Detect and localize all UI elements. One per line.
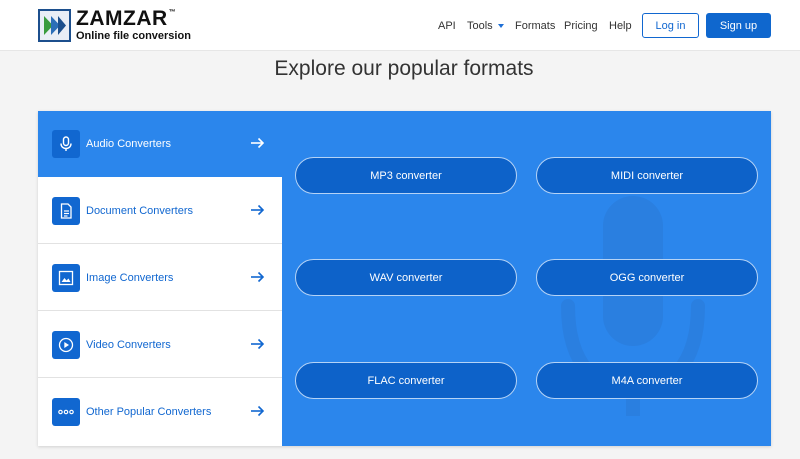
arrow-right-icon bbox=[251, 271, 265, 283]
category-other[interactable]: Other Popular Converters bbox=[38, 379, 282, 445]
arrow-right-icon bbox=[251, 338, 265, 350]
category-label: Audio Converters bbox=[86, 138, 171, 150]
nav-tools-label: Tools bbox=[467, 19, 493, 32]
flac-converter-button[interactable]: FLAC converter bbox=[295, 362, 517, 399]
login-button[interactable]: Log in bbox=[642, 13, 699, 38]
m4a-converter-button[interactable]: M4A converter bbox=[536, 362, 758, 399]
document-icon bbox=[52, 196, 80, 225]
wav-converter-button[interactable]: WAV converter bbox=[295, 259, 517, 296]
formats-panel: Audio Converters Document Converters Ima… bbox=[38, 111, 771, 446]
category-list: Audio Converters Document Converters Ima… bbox=[38, 111, 282, 446]
arrow-right-icon bbox=[251, 137, 265, 149]
midi-converter-button[interactable]: MIDI converter bbox=[536, 157, 758, 194]
signup-button[interactable]: Sign up bbox=[706, 13, 771, 38]
category-label: Video Converters bbox=[86, 338, 171, 351]
arrow-right-icon bbox=[251, 204, 265, 216]
nav-tools[interactable]: Tools bbox=[467, 0, 504, 51]
category-video[interactable]: Video Converters bbox=[38, 312, 282, 378]
nav-pricing[interactable]: Pricing bbox=[564, 20, 598, 32]
category-label: Image Converters bbox=[86, 271, 174, 284]
nav-formats[interactable]: Formats bbox=[515, 20, 555, 32]
category-label: Other Popular Converters bbox=[86, 406, 212, 418]
more-dots-icon bbox=[52, 398, 80, 426]
microphone-icon bbox=[52, 130, 80, 158]
logo-tagline: Online file conversion bbox=[76, 30, 191, 42]
category-image[interactable]: Image Converters bbox=[38, 245, 282, 311]
category-audio[interactable]: Audio Converters bbox=[38, 111, 282, 177]
mp3-converter-button[interactable]: MP3 converter bbox=[295, 157, 517, 194]
image-icon bbox=[52, 263, 80, 292]
nav-help[interactable]: Help bbox=[609, 20, 632, 32]
ogg-converter-button[interactable]: OGG converter bbox=[536, 259, 758, 296]
page-title: Explore our popular formats bbox=[274, 57, 534, 80]
chevron-down-icon bbox=[497, 23, 504, 28]
arrow-right-icon bbox=[251, 405, 265, 417]
logo-arrows-icon bbox=[38, 9, 71, 42]
play-circle-icon bbox=[52, 330, 80, 359]
site-header: ZAMZAR™ Online file conversion API Tools… bbox=[0, 0, 800, 51]
logo-name: ZAMZAR™ bbox=[76, 7, 177, 30]
category-label: Document Converters bbox=[86, 204, 193, 217]
nav-api[interactable]: API bbox=[438, 20, 456, 32]
category-document[interactable]: Document Converters bbox=[38, 178, 282, 244]
zamzar-logo[interactable]: ZAMZAR™ Online file conversion bbox=[38, 7, 191, 43]
